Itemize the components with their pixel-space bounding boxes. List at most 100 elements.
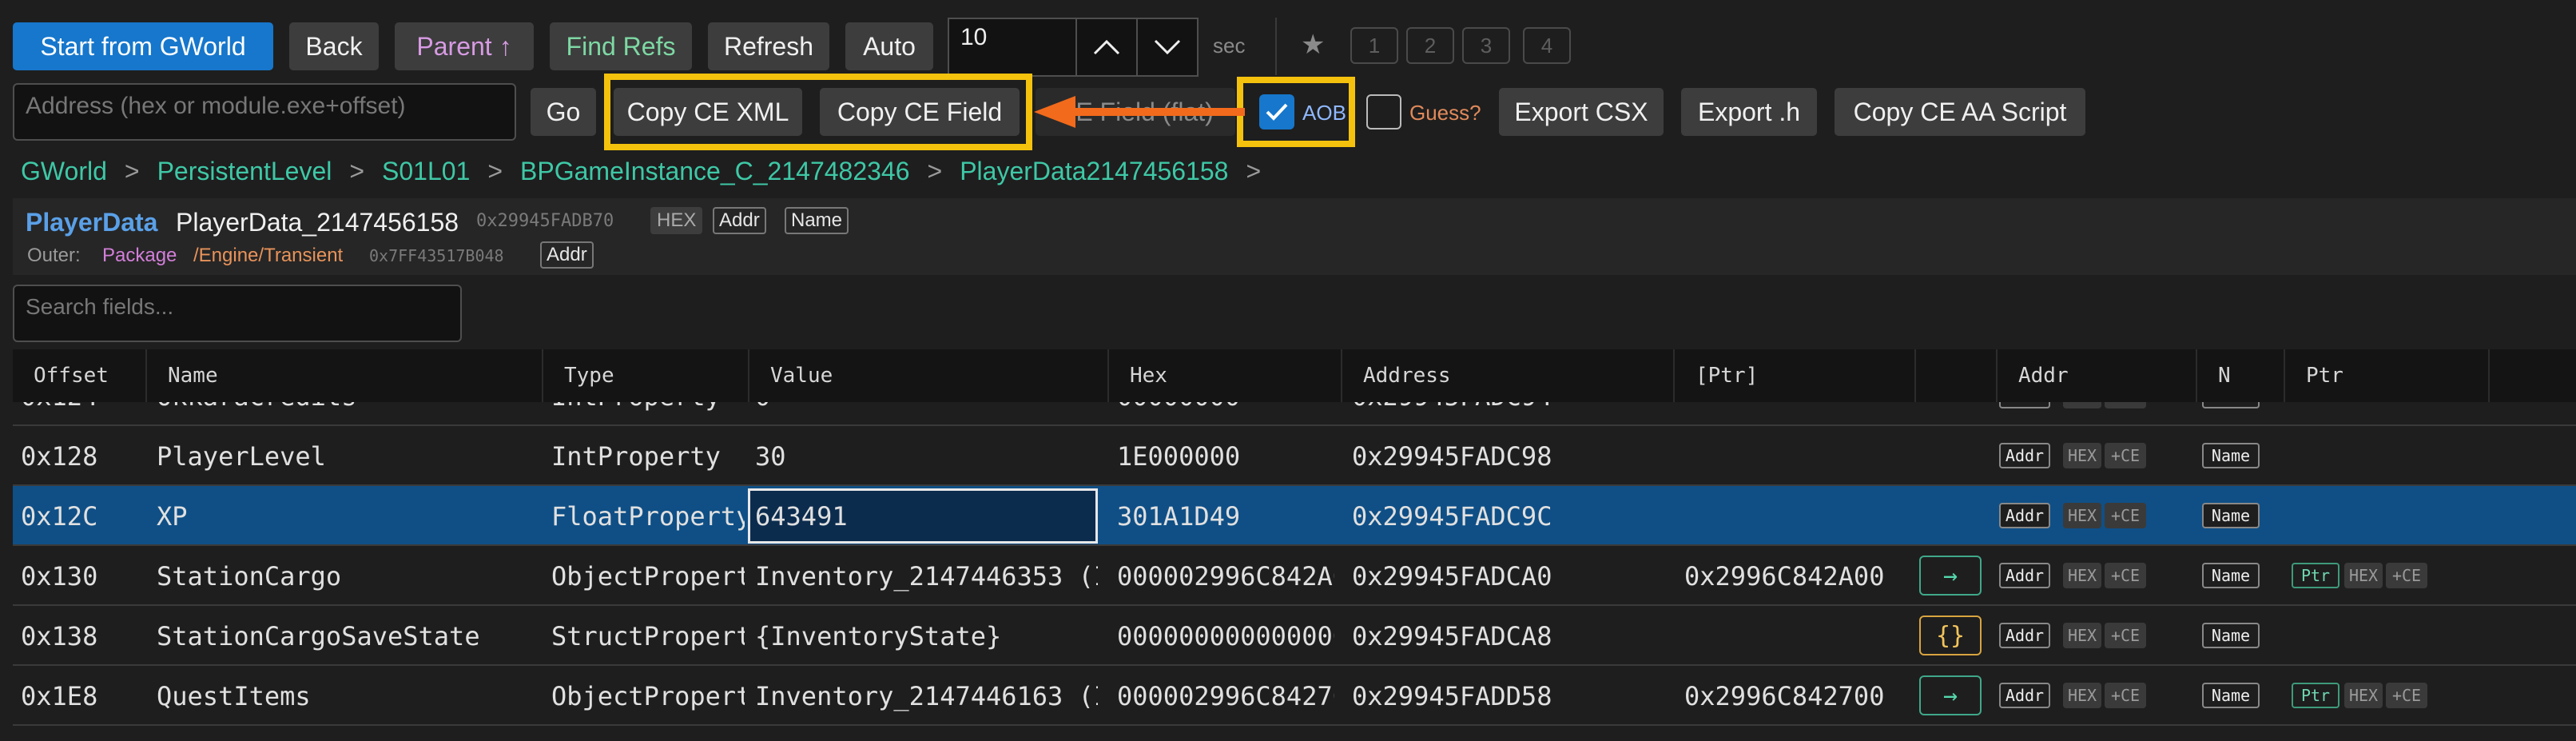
row-hex-button[interactable]: HEX <box>2063 503 2101 528</box>
column-header-addr-actions[interactable]: Addr <box>1998 349 2197 402</box>
cell-address: 0x29945FADC9C <box>1352 500 1552 532</box>
bookmark-slot-2[interactable]: 2 <box>1406 27 1454 64</box>
cell-value[interactable]: 643491 <box>748 488 1098 544</box>
row-name-button[interactable]: Name <box>2202 683 2260 708</box>
column-header-ptr-actions[interactable]: Ptr <box>2285 349 2490 402</box>
table-row[interactable]: 0x12C XP FloatProperty 643491 301A1D49 0x2994… <box>13 486 2576 546</box>
breadcrumb-item-playerdata[interactable]: PlayerData2147456158 <box>960 157 1228 186</box>
interval-input[interactable]: 10 <box>960 24 987 51</box>
copy-ce-aa-script-button[interactable]: Copy CE AA Script <box>1835 88 2085 136</box>
row-ptr-button[interactable]: Ptr <box>2292 563 2339 588</box>
row-add-ce-button[interactable]: +CE <box>2105 623 2146 648</box>
object-hex-tag[interactable]: HEX <box>650 207 703 234</box>
row-name-button[interactable]: Name <box>2202 563 2260 588</box>
table-row[interactable]: 0x124OkkaraCreditsIntProperty0000000000x… <box>13 402 2576 426</box>
cell-name: StationCargo <box>157 560 342 592</box>
object-class-name: PlayerData <box>26 208 158 237</box>
outer-addr-tag[interactable]: Addr <box>540 241 594 269</box>
go-button[interactable]: Go <box>531 88 596 136</box>
table-row[interactable]: 0x128 PlayerLevel IntProperty 30 1E000000 0x2… <box>13 426 2576 486</box>
cell-value[interactable]: 30 <box>748 426 1098 486</box>
row-ptr-add-ce-button[interactable]: +CE <box>2386 563 2427 588</box>
breadcrumb-item-s01l01[interactable]: S01L01 <box>382 157 470 186</box>
row-addr-button[interactable]: Addr <box>1999 503 2050 528</box>
export-h-button[interactable]: Export .h <box>1681 88 1817 136</box>
row-addr-button[interactable]: Addr <box>1999 563 2050 588</box>
row-add-ce-button[interactable]: +CE <box>2105 503 2146 528</box>
aob-checkbox[interactable] <box>1259 94 1294 129</box>
row-hex-button[interactable]: HEX <box>2063 402 2101 408</box>
cell-value[interactable]: {InventoryState} <box>748 606 1098 666</box>
follow-pointer-button[interactable]: → <box>1919 675 1982 715</box>
bookmark-slot-3[interactable]: 3 <box>1462 27 1510 64</box>
table-row[interactable]: 0x1E8 QuestItems ObjectPropertyInventory_2… <box>13 666 2576 726</box>
row-name-button[interactable]: Name <box>2202 503 2260 528</box>
highlight-copy-buttons <box>604 74 1032 150</box>
expand-struct-button[interactable]: {} <box>1919 616 1982 655</box>
bookmark-slot-4[interactable]: 4 <box>1523 27 1571 64</box>
row-add-ce-button[interactable]: +CE <box>2105 443 2146 468</box>
row-name-button[interactable]: Name <box>2202 402 2260 408</box>
row-add-ce-button[interactable]: +CE <box>2105 563 2146 588</box>
object-name-tag[interactable]: Name <box>785 207 849 234</box>
object-instance-name: PlayerData_2147456158 <box>176 208 459 237</box>
cell-value[interactable]: 0 <box>748 402 1098 426</box>
row-hex-button[interactable]: HEX <box>2063 683 2101 708</box>
breadcrumb-item-persistentlevel[interactable]: PersistentLevel <box>157 157 332 186</box>
annotation-arrow-icon <box>1034 96 1245 128</box>
cell-address: 0x29945FADCA8 <box>1352 620 1552 651</box>
row-hex-button[interactable]: HEX <box>2063 563 2101 588</box>
row-name-button[interactable]: Name <box>2202 623 2260 648</box>
start-from-gworld-button[interactable]: Start from GWorld <box>13 22 273 70</box>
column-header-name-actions[interactable]: N <box>2197 349 2285 402</box>
breadcrumb-item-gworld[interactable]: GWorld <box>21 157 107 186</box>
cell-value[interactable]: Inventory_2147446353 (Inventory) <box>748 546 1098 606</box>
back-button[interactable]: Back <box>289 22 379 70</box>
address-input[interactable]: Address (hex or module.exe+offset) <box>13 83 516 141</box>
column-header-address[interactable]: Address <box>1342 349 1675 402</box>
outer-path[interactable]: /Engine/Transient <box>193 245 343 267</box>
row-add-ce-button[interactable]: +CE <box>2105 683 2146 708</box>
row-hex-button[interactable]: HEX <box>2063 623 2101 648</box>
interval-decrement-button[interactable] <box>1136 19 1197 75</box>
follow-pointer-button[interactable]: → <box>1919 556 1982 596</box>
row-addr-button[interactable]: Addr <box>1999 683 2050 708</box>
column-header-type[interactable]: Type <box>543 349 749 402</box>
column-header-ptr-value[interactable]: [Ptr] <box>1675 349 1916 402</box>
row-addr-button[interactable]: Addr <box>1999 402 2050 408</box>
bookmark-slot-1[interactable]: 1 <box>1350 27 1398 64</box>
cell-address: 0x29945FADD58 <box>1352 680 1552 711</box>
column-header-offset[interactable]: Offset <box>13 349 147 402</box>
star-icon[interactable]: ★ <box>1301 29 1325 61</box>
parent-button[interactable]: Parent ↑ <box>395 22 534 70</box>
column-header-hex[interactable]: Hex <box>1109 349 1342 402</box>
column-header-nav[interactable] <box>1916 349 1998 402</box>
guess-checkbox[interactable] <box>1366 94 1401 129</box>
export-csx-button[interactable]: Export CSX <box>1499 88 1664 136</box>
breadcrumb-item-gameinstance[interactable]: BPGameInstance_C_2147482346 <box>520 157 909 186</box>
row-addr-button[interactable]: Addr <box>1999 443 2050 468</box>
row-add-ce-button[interactable]: +CE <box>2105 402 2146 408</box>
toolbar-divider <box>1275 18 1277 75</box>
outer-label: Outer: <box>27 245 81 266</box>
row-ptr-button[interactable]: Ptr <box>2292 683 2339 708</box>
table-row[interactable]: 0x130 StationCargo ObjectPropertyInventory… <box>13 546 2576 606</box>
cell-value[interactable]: Inventory_2147446163 (Inventory) <box>748 666 1098 726</box>
checkmark-icon <box>1266 103 1288 121</box>
table-row[interactable]: 0x138 StationCargoSaveState StructProperty… <box>13 606 2576 666</box>
column-header-name[interactable]: Name <box>147 349 543 402</box>
row-ptr-hex-button[interactable]: HEX <box>2344 563 2383 588</box>
row-ptr-hex-button[interactable]: HEX <box>2344 683 2383 708</box>
row-addr-button[interactable]: Addr <box>1999 623 2050 648</box>
interval-increment-button[interactable] <box>1075 19 1136 75</box>
auto-button[interactable]: Auto <box>845 22 933 70</box>
row-ptr-add-ce-button[interactable]: +CE <box>2386 683 2427 708</box>
row-name-button[interactable]: Name <box>2202 443 2260 468</box>
row-hex-button[interactable]: HEX <box>2063 443 2101 468</box>
column-header-value[interactable]: Value <box>749 349 1109 402</box>
object-addr-tag[interactable]: Addr <box>713 207 766 234</box>
refresh-button[interactable]: Refresh <box>708 22 829 70</box>
search-fields-input[interactable]: Search fields... <box>13 285 462 342</box>
cell-offset: 0x128 <box>21 440 98 472</box>
find-refs-button[interactable]: Find Refs <box>550 22 692 70</box>
